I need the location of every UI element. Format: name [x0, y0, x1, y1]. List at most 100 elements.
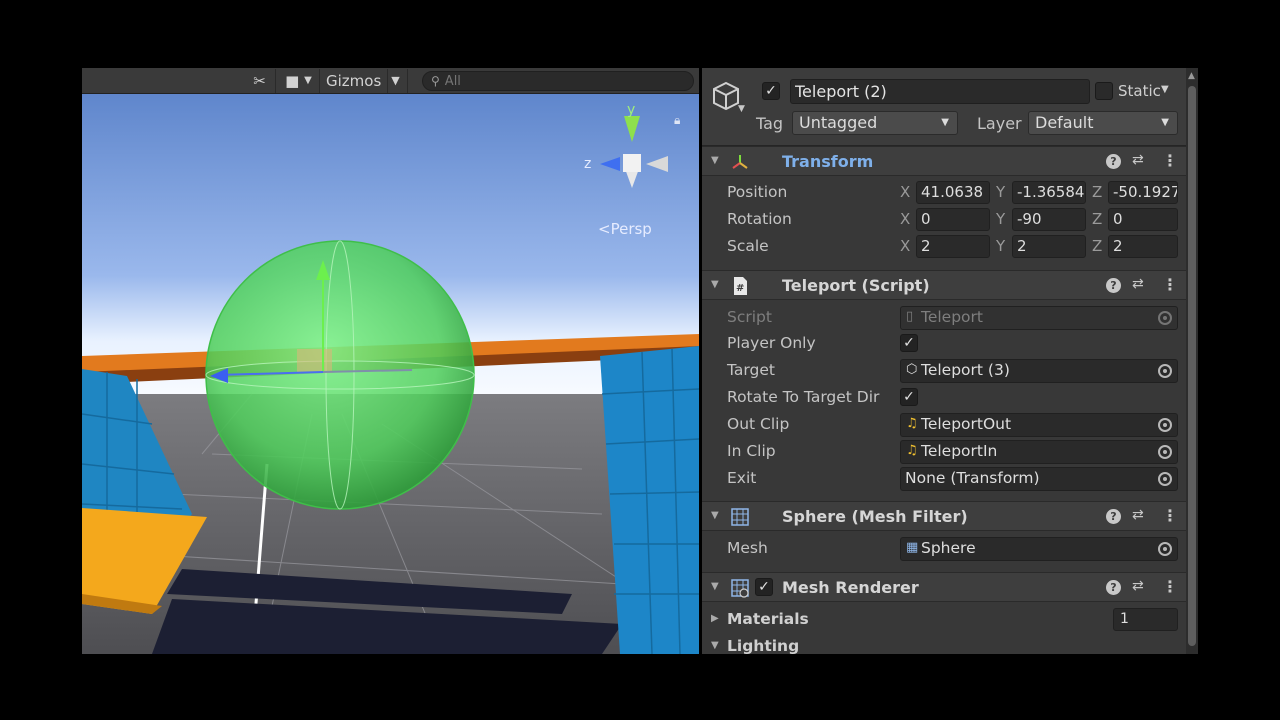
context-menu-icon[interactable]: ⋮	[1162, 151, 1178, 170]
mesh-renderer-enabled-checkbox[interactable]: ✓	[755, 578, 773, 596]
preset-icon[interactable]: ⇄	[1132, 152, 1144, 168]
scroll-up-icon[interactable]: ▲	[1188, 71, 1195, 81]
object-picker-icon[interactable]	[1158, 445, 1172, 459]
mesh-field[interactable]: ▦ Sphere	[900, 537, 1178, 561]
position-x-field[interactable]: 41.0638	[916, 181, 990, 204]
static-dropdown-icon[interactable]: ▼	[1161, 84, 1169, 95]
svg-text:#: #	[736, 283, 744, 294]
gameobject-header: ▼ ✓ Static ▼ Tag Untagged ▼ Layer Defaul…	[702, 68, 1186, 146]
mesh-filter-header[interactable]: ▼ Sphere (Mesh Filter) ? ⇄ ⋮	[702, 501, 1186, 531]
scene-view[interactable]: ✂ ■ ▼ Gizmos ▼ ⚲ All y z <Persp 🔒︎	[82, 68, 699, 654]
exit-field[interactable]: None (Transform)	[900, 467, 1178, 491]
layer-dropdown[interactable]: Default ▼	[1028, 111, 1178, 135]
object-picker-icon[interactable]	[1158, 364, 1172, 378]
rotate-label: Rotate To Target Dir	[727, 388, 880, 406]
scale-y-field[interactable]: 2	[1012, 235, 1086, 258]
materials-size-field[interactable]: 1	[1113, 608, 1178, 631]
mesh-renderer-header[interactable]: ▼ ✓ Mesh Renderer ? ⇄ ⋮	[702, 572, 1186, 602]
active-checkbox[interactable]: ✓	[762, 82, 780, 100]
context-menu-icon[interactable]: ⋮	[1162, 275, 1178, 294]
position-z-field[interactable]: -50.1927	[1108, 181, 1178, 204]
help-icon[interactable]: ?	[1106, 580, 1121, 595]
static-checkbox[interactable]	[1095, 82, 1113, 100]
lighting-row[interactable]: ▼ Lighting	[702, 634, 1186, 654]
in-clip-field[interactable]: ♫ TeleportIn	[900, 440, 1178, 464]
player-only-checkbox[interactable]: ✓	[900, 334, 918, 352]
script-file-icon: ▯	[906, 309, 914, 324]
rotation-y-field[interactable]: -90	[1012, 208, 1086, 231]
exit-label: Exit	[727, 469, 757, 487]
rotate-checkbox[interactable]: ✓	[900, 388, 918, 406]
help-icon[interactable]: ?	[1106, 509, 1121, 524]
help-icon[interactable]: ?	[1106, 278, 1121, 293]
foldout-icon[interactable]: ▼	[711, 279, 719, 290]
gizmos-label: Gizmos	[326, 71, 382, 90]
preset-icon[interactable]: ⇄	[1132, 578, 1144, 594]
rotate-to-target-row: Rotate To Target Dir ✓	[702, 385, 1186, 411]
mesh-row: Mesh ▦ Sphere	[702, 536, 1186, 562]
teleport-script-title: Teleport (Script)	[782, 276, 930, 295]
mesh-value: Sphere	[921, 539, 976, 557]
transform-icon	[732, 155, 748, 169]
scene-search: ⚲	[422, 71, 694, 91]
out-clip-field[interactable]: ♫ TeleportOut	[900, 413, 1178, 437]
materials-row[interactable]: ▶ Materials 1	[702, 607, 1186, 633]
scrollbar-thumb[interactable]	[1188, 86, 1196, 646]
position-row: Position X 41.0638 Y -1.36584 Z -50.1927	[702, 180, 1186, 206]
inspector-panel: ▲ ▼ ✓ Static ▼ Tag Untagged ▼ Layer Defa…	[702, 68, 1198, 654]
gizmos-button[interactable]: Gizmos ▼	[322, 68, 408, 93]
foldout-collapsed-icon[interactable]: ▶	[711, 613, 719, 624]
search-icon: ⚲	[431, 74, 440, 88]
teleport-script-header[interactable]: ▼ # Teleport (Script) ? ⇄ ⋮	[702, 270, 1186, 300]
foldout-icon[interactable]: ▼	[711, 155, 719, 166]
camera-dropdown-button[interactable]: ■ ▼	[278, 68, 320, 93]
audio-clip-icon: ♫	[906, 416, 918, 431]
scene-search-input[interactable]	[444, 73, 665, 89]
projection-label: Persp	[610, 220, 652, 238]
script-field[interactable]: ▯ Teleport	[900, 306, 1178, 330]
mesh-label: Mesh	[727, 539, 768, 557]
out-clip-row: Out Clip ♫ TeleportOut	[702, 412, 1186, 438]
context-menu-icon[interactable]: ⋮	[1162, 506, 1178, 525]
script-row: Script ▯ Teleport	[702, 305, 1186, 331]
scale-x-field[interactable]: 2	[916, 235, 990, 258]
foldout-icon[interactable]: ▼	[711, 640, 719, 651]
static-label: Static	[1118, 82, 1161, 100]
materials-label: Materials	[727, 610, 809, 628]
player-only-row: Player Only ✓	[702, 331, 1186, 357]
target-field[interactable]: ⬡ Teleport (3)	[900, 359, 1178, 383]
target-value: Teleport (3)	[921, 361, 1010, 379]
object-picker-icon[interactable]	[1158, 311, 1172, 325]
context-menu-icon[interactable]: ⋮	[1162, 577, 1178, 596]
script-label: Script	[727, 308, 772, 326]
rotation-x-field[interactable]: 0	[916, 208, 990, 231]
object-picker-icon[interactable]	[1158, 472, 1172, 486]
in-clip-row: In Clip ♫ TeleportIn	[702, 439, 1186, 465]
transform-component-header[interactable]: ▼ Transform ? ⇄ ⋮	[702, 146, 1186, 176]
scale-z-field[interactable]: 2	[1108, 235, 1178, 258]
tag-dropdown[interactable]: Untagged ▼	[792, 111, 958, 135]
scene-render[interactable]: y z	[82, 94, 699, 654]
mesh-icon: ▦	[906, 540, 919, 555]
exit-value: None (Transform)	[905, 469, 1040, 487]
projection-toggle[interactable]: <Persp	[598, 220, 652, 238]
lock-icon[interactable]: 🔒︎	[674, 113, 680, 128]
gizmos-dropdown-icon[interactable]: ▼	[387, 68, 403, 93]
foldout-icon[interactable]: ▼	[711, 581, 719, 592]
preset-icon[interactable]: ⇄	[1132, 507, 1144, 523]
object-picker-icon[interactable]	[1158, 418, 1172, 432]
pivot-box	[297, 349, 332, 373]
position-y-field[interactable]: -1.36584	[1012, 181, 1086, 204]
gameobject-name-field[interactable]	[790, 79, 1090, 104]
tools-icon[interactable]: ✂	[244, 68, 276, 93]
preset-icon[interactable]: ⇄	[1132, 276, 1144, 292]
gizmo-z-label: z	[584, 156, 591, 172]
check-icon: ✓	[758, 579, 770, 595]
help-icon[interactable]: ?	[1106, 154, 1121, 169]
mesh-filter-icon	[731, 508, 749, 526]
inspector-scrollbar[interactable]: ▲	[1186, 68, 1198, 654]
rotation-z-field[interactable]: 0	[1108, 208, 1178, 231]
object-picker-icon[interactable]	[1158, 542, 1172, 556]
icon-dropdown-icon[interactable]: ▼	[738, 104, 745, 114]
foldout-icon[interactable]: ▼	[711, 510, 719, 521]
